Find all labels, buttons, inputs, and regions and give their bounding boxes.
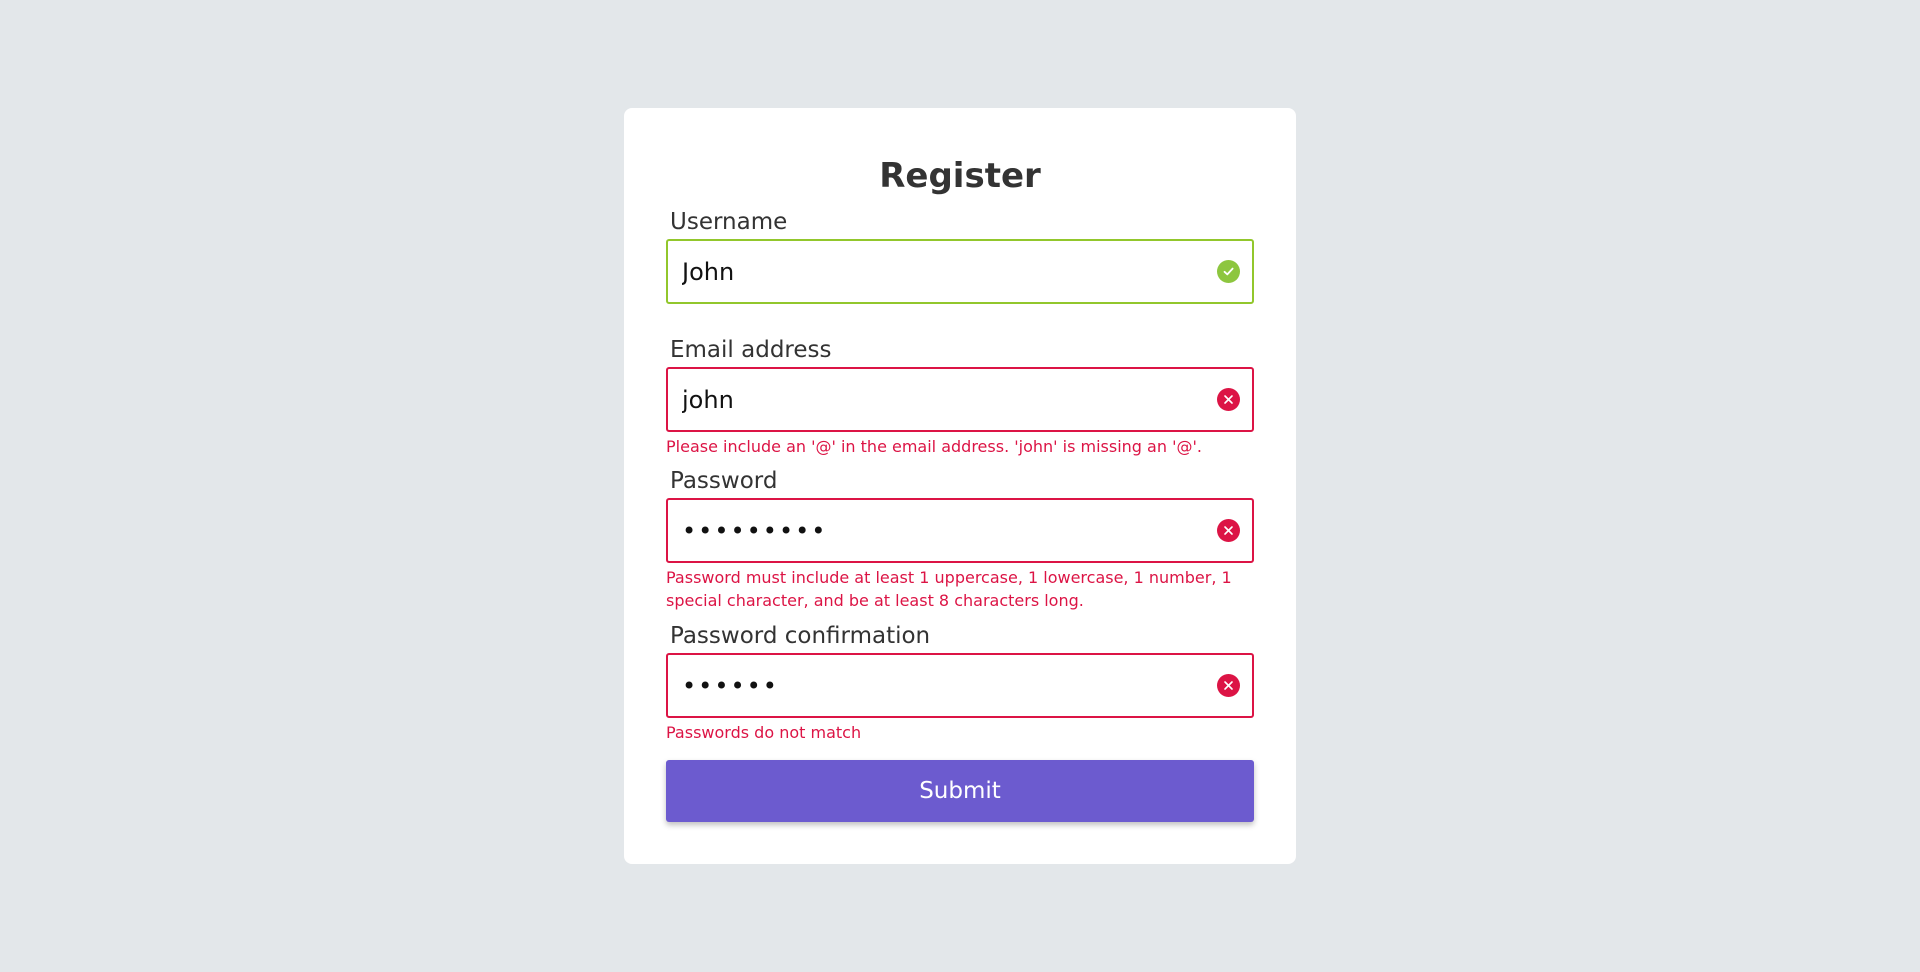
- password-confirmation-label: Password confirmation: [670, 623, 931, 649]
- username-input[interactable]: [668, 241, 1252, 302]
- x-circle-icon: [1217, 388, 1240, 411]
- password-label: Password: [670, 468, 778, 494]
- email-error-message: Please include an '@' in the email addre…: [666, 437, 1202, 456]
- password-error-message: Password must include at least 1 upperca…: [666, 568, 1232, 610]
- password-confirmation-field-group: Password confirmation Passwords do not m…: [666, 621, 1254, 744]
- password-input-wrapper: [666, 498, 1254, 563]
- username-input-wrapper: [666, 239, 1254, 304]
- email-field-group: Email address Please include an '@' in t…: [666, 335, 1254, 458]
- password-input[interactable]: [668, 500, 1252, 561]
- password-confirmation-error-message: Passwords do not match: [666, 723, 862, 742]
- x-circle-icon: [1217, 674, 1240, 697]
- submit-button[interactable]: Submit: [666, 760, 1254, 822]
- password-confirmation-input-wrapper: [666, 653, 1254, 718]
- register-card: Register Username Email address Please i…: [624, 108, 1296, 864]
- check-circle-icon: [1217, 260, 1240, 283]
- x-circle-icon: [1217, 519, 1240, 542]
- page-title: Register: [879, 156, 1041, 196]
- username-label: Username: [670, 209, 788, 235]
- email-label: Email address: [670, 337, 832, 363]
- email-input[interactable]: [668, 369, 1252, 430]
- username-field-group: Username: [666, 207, 1254, 304]
- password-field-group: Password Password must include at least …: [666, 466, 1254, 612]
- password-confirmation-input[interactable]: [668, 655, 1252, 716]
- email-input-wrapper: [666, 367, 1254, 432]
